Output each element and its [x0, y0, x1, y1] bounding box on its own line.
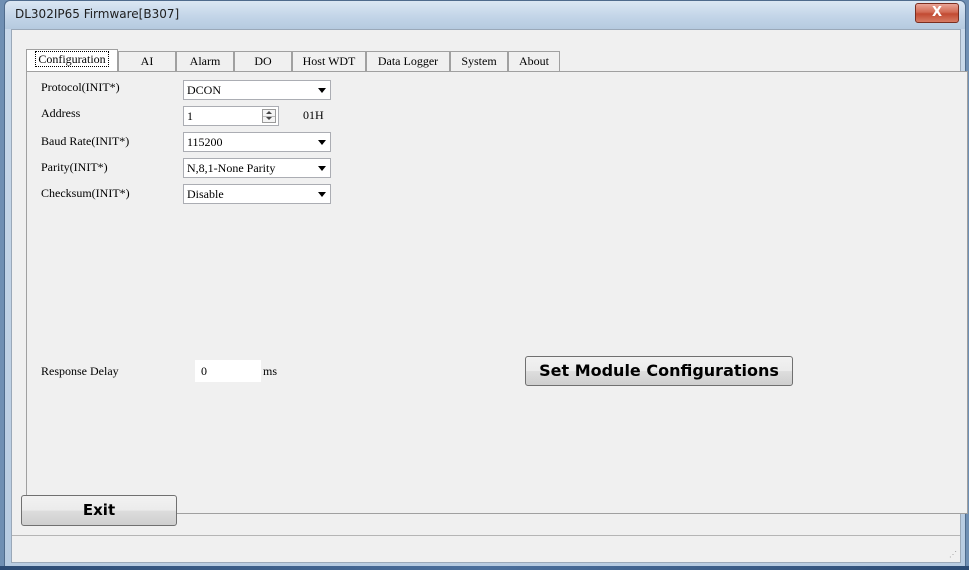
- desktop-edge: [0, 566, 969, 570]
- close-button[interactable]: X: [915, 3, 959, 23]
- baud-rate-select[interactable]: 115200: [183, 132, 331, 152]
- address-hex: 01H: [303, 108, 324, 122]
- parity-select[interactable]: N,8,1-None Parity: [183, 158, 331, 178]
- configuration-panel: Protocol(INIT*) DCON Address 1 01H Baud …: [26, 71, 968, 514]
- tab-label: Data Logger: [377, 54, 439, 68]
- tab-label: About: [519, 54, 549, 68]
- tab-do[interactable]: DO: [234, 51, 292, 71]
- resize-grip-icon[interactable]: ⋰: [949, 551, 957, 559]
- title-bar[interactable]: DL302IP65 Firmware[B307] X: [5, 1, 965, 29]
- app-window: DL302IP65 Firmware[B307] X Configuration…: [4, 0, 968, 568]
- response-delay-value: 0: [201, 364, 207, 378]
- checksum-value: Disable: [187, 187, 224, 201]
- tab-label: Host WDT: [302, 54, 356, 68]
- set-module-configurations-button[interactable]: Set Module Configurations: [525, 356, 793, 386]
- client-area: Configuration AI Alarm DO Host WDT Data …: [11, 29, 968, 563]
- baud-rate-value: 115200: [187, 135, 223, 149]
- tab-host-wdt[interactable]: Host WDT: [292, 51, 366, 71]
- address-label: Address: [41, 106, 81, 120]
- close-icon: X: [931, 5, 943, 20]
- spin-up-down-icon[interactable]: [262, 109, 276, 123]
- tab-about[interactable]: About: [508, 51, 560, 71]
- status-bar: ⋰: [12, 535, 960, 562]
- exit-button[interactable]: Exit: [21, 495, 177, 526]
- response-delay-input[interactable]: 0: [195, 360, 261, 382]
- parity-value: N,8,1-None Parity: [187, 161, 276, 175]
- protocol-value: DCON: [187, 83, 222, 97]
- tab-label: AI: [140, 54, 154, 68]
- tab-label: Alarm: [189, 54, 221, 68]
- tab-data-logger[interactable]: Data Logger: [366, 51, 450, 71]
- tab-ai[interactable]: AI: [118, 51, 176, 71]
- chevron-down-icon: [318, 192, 326, 197]
- tab-configuration[interactable]: Configuration: [26, 49, 118, 71]
- chevron-down-icon: [318, 88, 326, 93]
- tab-label: Configuration: [35, 51, 109, 67]
- tab-label: DO: [254, 54, 272, 68]
- protocol-label: Protocol(INIT*): [41, 80, 120, 94]
- set-button-label: Set Module Configurations: [539, 361, 779, 380]
- address-value: 1: [187, 109, 193, 123]
- tab-alarm[interactable]: Alarm: [176, 51, 234, 71]
- tab-system[interactable]: System: [450, 51, 508, 71]
- checksum-label: Checksum(INIT*): [41, 186, 130, 200]
- response-delay-unit: ms: [263, 364, 278, 378]
- chevron-down-icon: [318, 166, 326, 171]
- baud-rate-label: Baud Rate(INIT*): [41, 134, 130, 148]
- window-title: DL302IP65 Firmware[B307]: [15, 7, 180, 21]
- address-stepper[interactable]: 1: [183, 106, 279, 126]
- checksum-select[interactable]: Disable: [183, 184, 331, 204]
- parity-label: Parity(INIT*): [41, 160, 108, 174]
- protocol-select[interactable]: DCON: [183, 80, 331, 100]
- tab-label: System: [461, 54, 497, 68]
- exit-button-label: Exit: [82, 501, 116, 519]
- chevron-down-icon: [318, 140, 326, 145]
- response-delay-label: Response Delay: [41, 364, 119, 378]
